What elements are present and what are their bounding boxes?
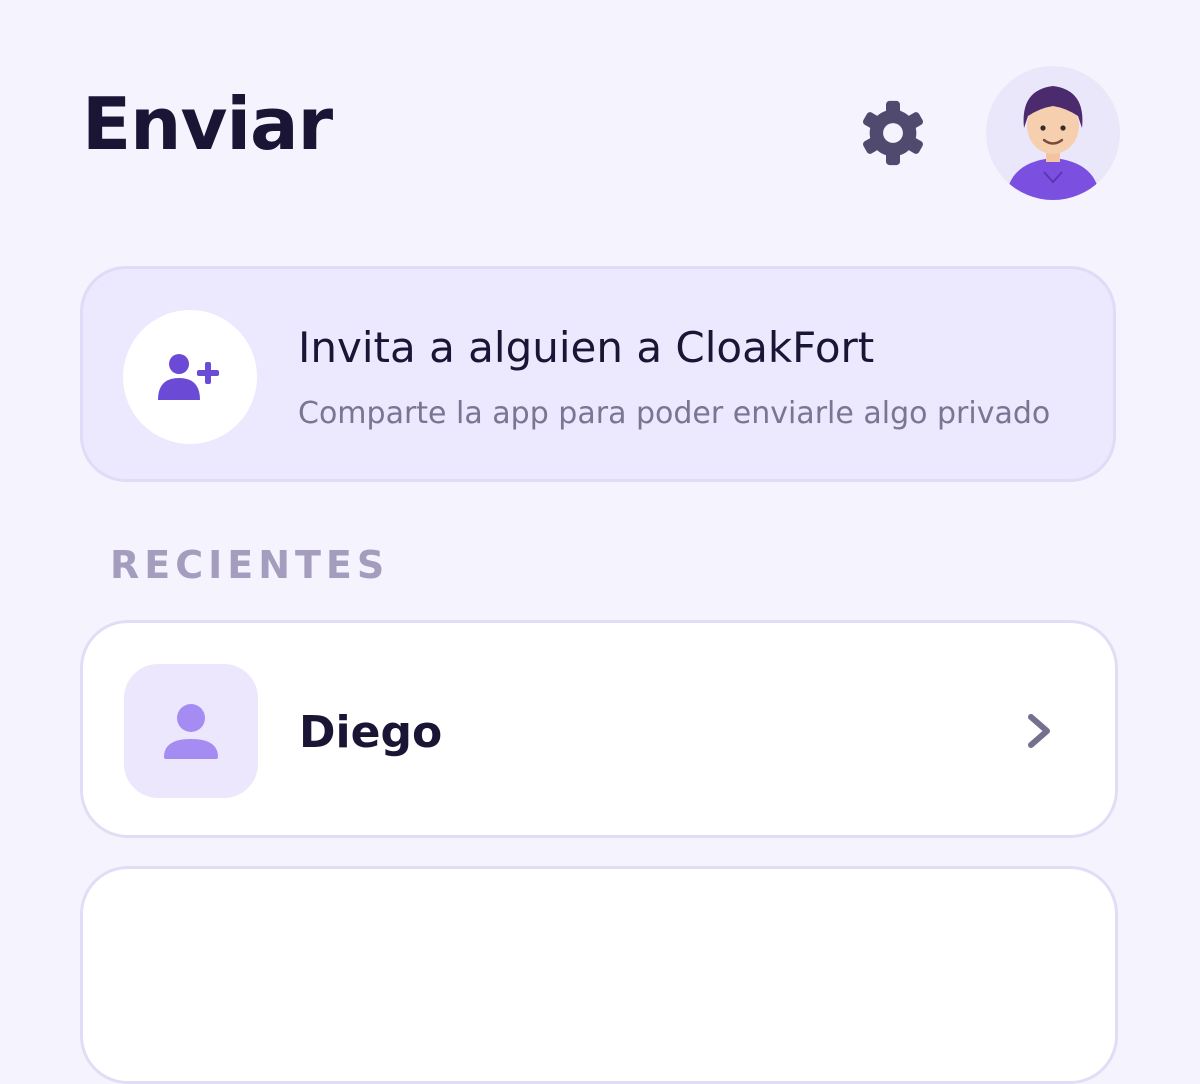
chevron-right-icon <box>1028 714 1050 748</box>
page-title: Enviar <box>82 82 333 166</box>
contact-avatar <box>124 664 258 798</box>
user-avatar <box>1006 86 1100 200</box>
profile-avatar-button[interactable] <box>986 66 1120 200</box>
add-user-icon <box>158 354 219 400</box>
recent-section-heading: RECIENTES <box>110 543 390 587</box>
invite-icon-container <box>123 310 257 444</box>
contact-name: Diego <box>299 707 443 758</box>
contact-row[interactable] <box>80 866 1118 1084</box>
person-icon <box>164 704 218 759</box>
invite-title: Invita a alguien a CloakFort <box>298 323 875 372</box>
invite-subtitle: Comparte la app para poder enviarle algo… <box>298 396 1051 431</box>
settings-button[interactable] <box>856 96 930 170</box>
gear-icon <box>862 100 924 166</box>
invite-card[interactable]: Invita a alguien a CloakFort Comparte la… <box>80 266 1116 482</box>
contact-row[interactable]: Diego <box>80 620 1118 838</box>
